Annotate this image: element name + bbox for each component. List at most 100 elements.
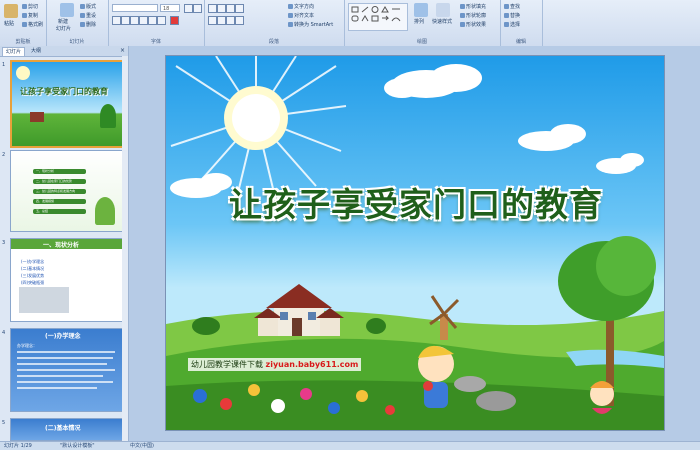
thumb-title: 一、现状分析 <box>43 242 80 249</box>
bold-icon[interactable] <box>112 16 121 25</box>
thumb-number: 5 <box>2 420 6 426</box>
shape-effects-button[interactable]: 形状效果 <box>460 21 486 28</box>
sun-icon <box>16 66 30 80</box>
rock-icon <box>454 376 486 392</box>
paragraph-label: 段落 <box>268 39 279 45</box>
thumb-text-line <box>17 381 113 383</box>
shapes-gallery[interactable] <box>348 3 408 31</box>
smartart-button[interactable]: 转换为 SmartArt <box>288 21 333 28</box>
replace-button[interactable]: 替换 <box>504 12 520 19</box>
thumb-item: (四)突破瓶颈 <box>21 280 45 285</box>
clipboard-group: 粘贴 剪切 复制 格式刷 剪贴板 <box>0 0 47 46</box>
thumb-building-image <box>19 287 69 313</box>
decrease-indent-icon[interactable] <box>226 4 235 13</box>
align-left-icon[interactable] <box>208 16 217 25</box>
italic-icon[interactable] <box>121 16 130 25</box>
clipboard-label: 剪贴板 <box>15 39 31 45</box>
shape-fill-button[interactable]: 形状填充 <box>460 3 486 10</box>
font-size-field[interactable]: 18 <box>160 4 180 12</box>
delete-button[interactable]: 删除 <box>80 21 96 28</box>
align-text-button[interactable]: 对齐文本 <box>288 12 314 19</box>
thumb-text-line <box>17 351 115 353</box>
slide-thumbnail-1[interactable]: 让孩子享受家门口的教育 <box>10 60 126 148</box>
font-name-field[interactable] <box>112 4 158 12</box>
thumb-item: 办学理念： <box>17 343 37 348</box>
tree-icon <box>192 317 220 335</box>
thumb-text-line <box>17 363 107 365</box>
site-label-text: 幼儿园教学课件下载 <box>191 360 263 369</box>
thumb-number: 4 <box>2 330 6 336</box>
shape-outline-button[interactable]: 形状轮廓 <box>460 12 486 19</box>
slide-thumbnail-5[interactable]: (二)基本情况 <box>10 418 124 441</box>
new-slide-icon[interactable] <box>60 3 74 17</box>
find-button[interactable]: 查找 <box>504 3 520 10</box>
thumb-item: (二)基本情况 <box>21 266 45 271</box>
cloud-icon <box>384 64 482 98</box>
editing-group: 查找 替换 选择 编辑 <box>500 0 543 46</box>
thumb-item: 二、幼儿园在家门口的优势 <box>33 179 86 184</box>
underline-icon[interactable] <box>130 16 139 25</box>
binoculars-icon <box>504 4 509 9</box>
tab-slides[interactable]: 幻灯片 <box>2 47 26 56</box>
shrink-font-icon[interactable] <box>193 4 202 13</box>
text-direction-button[interactable]: 文字方向 <box>288 3 314 10</box>
bullets-icon[interactable] <box>208 4 217 13</box>
font-label: 字体 <box>150 39 161 45</box>
arrange-button[interactable]: 排列 <box>414 18 424 25</box>
align-center-icon[interactable] <box>217 16 226 25</box>
copy-button[interactable]: 复制 <box>22 12 38 19</box>
slide-thumbnail-4[interactable]: (一)办学理念 办学理念： <box>10 328 124 412</box>
select-button[interactable]: 选择 <box>504 21 520 28</box>
format-painter-button[interactable]: 格式刷 <box>22 21 43 28</box>
thumb-text-line <box>17 369 115 371</box>
tab-outline[interactable]: 大纲 <box>28 47 44 55</box>
drawing-group: 排列 快速样式 形状填充 形状轮廓 形状效果 绘图 <box>344 0 501 46</box>
paste-icon[interactable] <box>4 4 18 18</box>
slide-thumbnail-2[interactable]: 一、现状分析 二、幼儿园在家门口的优势 三、幼儿园的特点和发展方向 四、发展措施… <box>10 150 124 232</box>
slide-title[interactable]: 让孩子享受家门口的教育 <box>206 178 626 226</box>
thumb-title: (二)基本情况 <box>45 425 81 432</box>
slide-thumbnail-3[interactable]: 一、现状分析 (一)办学理念 (二)基本情况 (三)发展优势 (四)突破瓶颈 <box>10 238 124 322</box>
grow-font-icon[interactable] <box>184 4 193 13</box>
thumb-item: 一、现状分析 <box>33 169 86 174</box>
editing-label: 编辑 <box>515 39 526 45</box>
justify-icon[interactable] <box>235 16 244 25</box>
ribbon: 粘贴 剪切 复制 格式刷 剪贴板 新建 幻灯片 版式 重设 删除 幻灯片 18 … <box>0 0 700 47</box>
effects-icon <box>460 22 465 27</box>
paste-button[interactable]: 粘贴 <box>4 20 14 27</box>
numbering-icon[interactable] <box>217 4 226 13</box>
tree-icon <box>366 318 386 334</box>
font-color-icon[interactable] <box>170 16 179 25</box>
new-slide-button[interactable]: 新建 <box>58 18 68 25</box>
increase-indent-icon[interactable] <box>235 4 244 13</box>
copy-icon <box>22 13 27 18</box>
smartart-icon <box>288 22 293 27</box>
font-group: 18 字体 <box>108 0 205 46</box>
quick-styles-icon[interactable] <box>436 3 450 17</box>
watermark-label: 幼儿园教学课件下载 ziyuan.baby611.com <box>188 358 362 371</box>
text-direction-icon <box>288 4 293 9</box>
paint-bucket-icon <box>460 4 465 9</box>
house-icon <box>30 112 44 122</box>
cut-button[interactable]: 剪切 <box>22 3 38 10</box>
strikethrough-icon[interactable] <box>139 16 148 25</box>
thumb-number: 2 <box>2 152 6 158</box>
align-right-icon[interactable] <box>226 16 235 25</box>
slides-panel: 幻灯片 大纲 × 1 让孩子享受家门口的教育 2 一、现状分析 二、幼儿园在家门… <box>0 46 129 441</box>
panel-scrollbar[interactable] <box>122 56 128 441</box>
align-text-icon <box>288 13 293 18</box>
shadow-icon[interactable] <box>148 16 157 25</box>
reset-button[interactable]: 重设 <box>80 12 96 19</box>
layout-button[interactable]: 版式 <box>80 3 96 10</box>
shapes-icon <box>351 6 401 22</box>
close-icon[interactable]: × <box>120 47 125 54</box>
tree-icon <box>100 104 116 128</box>
panel-tabs: 幻灯片 大纲 × <box>0 46 128 57</box>
current-slide[interactable]: 让孩子享受家门口的教育 幼儿园教学课件下载 ziyuan.baby611.com <box>165 55 665 431</box>
thumb-text-line <box>17 357 113 359</box>
thumb-item: 三、幼儿园的特点和发展方向 <box>33 189 86 194</box>
arrange-icon[interactable] <box>414 3 428 17</box>
spacing-icon[interactable] <box>157 16 166 25</box>
quick-styles-button[interactable]: 快速样式 <box>432 18 452 25</box>
drawing-label: 绘图 <box>416 39 427 45</box>
